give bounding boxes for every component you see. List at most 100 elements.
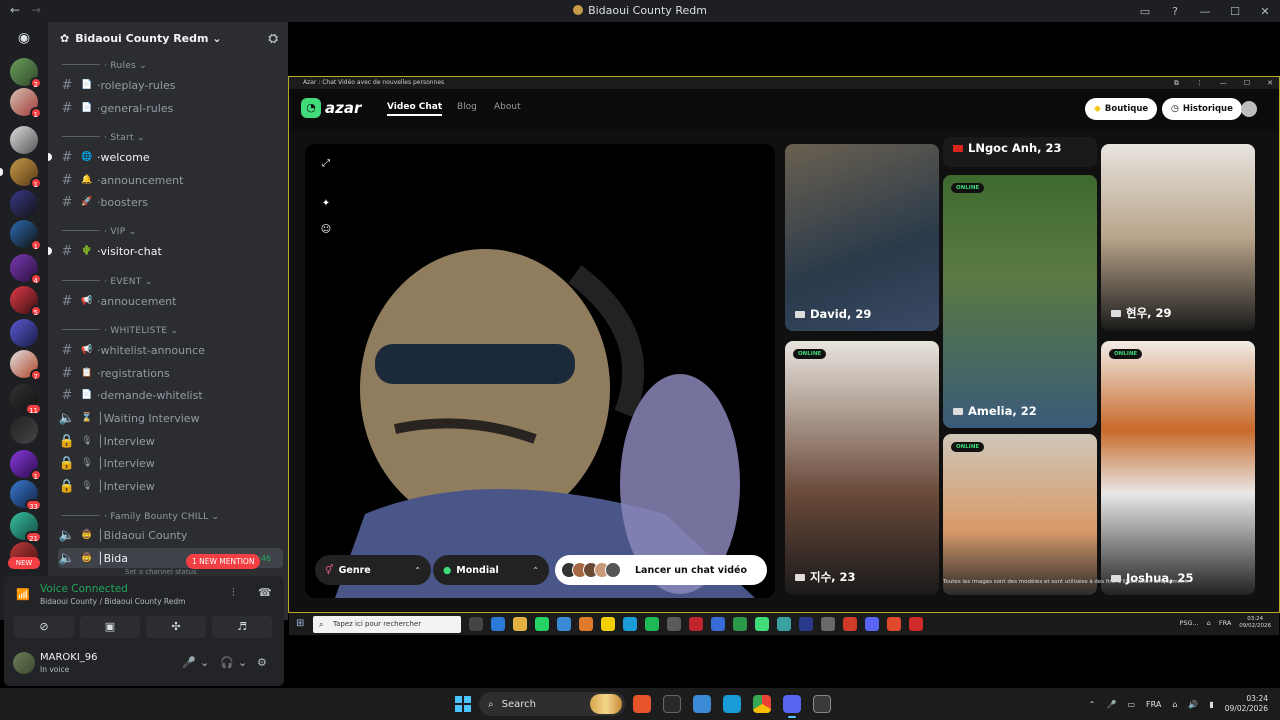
server-icon[interactable]: 1 — [10, 220, 42, 251]
shared-search-box[interactable]: ⌕ Tapez ici pour rechercher — [313, 616, 461, 633]
server-icon[interactable] — [10, 126, 38, 154]
server-icon[interactable]: 7 — [10, 350, 42, 381]
windows-start-icon[interactable] — [455, 696, 471, 712]
server-header[interactable]: ✿ Bidaoui County Redm ⌄ ⛭ — [48, 22, 288, 54]
profile-avatar[interactable] — [1241, 101, 1257, 117]
hs-app-icon[interactable] — [663, 695, 681, 713]
new-mention-pill[interactable]: 1 NEW MENTION — [186, 554, 261, 569]
start-video-chat-button[interactable]: Lancer un chat vidéo — [555, 555, 767, 585]
server-icon[interactable]: 33 — [10, 480, 42, 511]
screen-share-stream[interactable]: Azar : Chat Vidéo avec de nouvelles pers… — [288, 76, 1280, 635]
server-icon[interactable]: 1 — [10, 88, 42, 119]
nav-about[interactable]: About — [494, 102, 521, 112]
inbox-icon[interactable]: ▭ — [1130, 5, 1160, 18]
signal-icon[interactable]: 📶 — [16, 588, 30, 601]
profile-card-blonde[interactable]: ONLINE — [943, 434, 1097, 595]
boutique-button[interactable]: ◆ Boutique — [1085, 98, 1158, 120]
voice-channel-bidaoui-county[interactable]: 🔈 🤠 │ Bidaoui County — [58, 525, 283, 545]
voice-channel-interview[interactable]: 🔒 🎙 │ Interview — [58, 431, 283, 451]
voice-connected-title[interactable]: Voice Connected — [40, 583, 128, 595]
server-icon[interactable] — [10, 416, 38, 444]
region-filter[interactable]: ● Mondial ⌃ — [433, 555, 549, 585]
channel-demande-whitelist[interactable]: # 📄 · demande-whitelist — [58, 385, 283, 405]
profile-card-hyeonu[interactable]: 현우, 29 — [1101, 144, 1255, 331]
screen-share-button[interactable]: ▣ — [80, 616, 140, 638]
voice-channel-waiting-interview[interactable]: 🔈 ⌛ │ Waiting Interview — [58, 408, 283, 428]
microphone-icon[interactable]: 🎤 — [1106, 700, 1116, 709]
photos-icon[interactable] — [693, 695, 711, 713]
windows-start-icon[interactable]: ⊞ — [296, 618, 304, 629]
category-vip[interactable]: · VIP ⌄ — [62, 227, 136, 237]
invite-people-icon[interactable]: ⛭ — [268, 31, 278, 46]
noise-suppression-icon[interactable]: ⫶ — [232, 586, 235, 600]
historique-button[interactable]: ◷ Historique — [1162, 98, 1242, 120]
nav-blog[interactable]: Blog — [457, 102, 477, 112]
discord-icon[interactable] — [783, 695, 801, 718]
genre-filter[interactable]: ⚥ Genre ⌃ — [315, 555, 431, 585]
volume-icon[interactable]: 🔊 — [1188, 700, 1198, 709]
avatar[interactable] — [13, 652, 35, 674]
taskbar-clock[interactable]: 03:24 09/02/2026 — [1225, 694, 1268, 714]
microphone-icon[interactable]: 🎤 — [182, 656, 196, 669]
settings-gear-icon[interactable]: ⚙ — [257, 656, 267, 669]
close-button[interactable]: ✕ — [1250, 5, 1280, 18]
channel-announcement[interactable]: # 🔔 · announcement — [58, 170, 283, 190]
expand-icon[interactable]: ⤢ — [319, 158, 333, 172]
set-channel-status[interactable]: Set a channel status — [125, 568, 197, 576]
chrome-icon[interactable] — [753, 695, 771, 713]
edge-icon[interactable] — [723, 695, 741, 713]
sticker-icon[interactable]: ☺ — [319, 224, 333, 238]
channel-visitor-chat[interactable]: # 🌵 · visitor-chat — [48, 241, 283, 261]
channel-boosters[interactable]: # 🚀 · boosters — [58, 192, 283, 212]
discord-home-icon[interactable]: ◉ — [12, 30, 36, 48]
maximize-button[interactable]: ☐ — [1220, 5, 1250, 18]
network-icon[interactable]: ⌂ — [1172, 700, 1177, 709]
taskbar-search[interactable]: ⌕ Search — [479, 692, 625, 716]
battery-icon[interactable]: ▮ — [1209, 700, 1213, 709]
profile-card-joshua[interactable]: ONLINE Joshua, 25 — [1101, 341, 1255, 595]
server-icon[interactable]: 2 — [10, 58, 42, 89]
chevron-down-icon[interactable]: ⌄ — [238, 656, 247, 669]
server-icon[interactable]: 11 — [10, 384, 42, 415]
category-family-bounty-chill[interactable]: · Family Bounty CHILL ⌄ — [62, 512, 219, 522]
category-whiteliste[interactable]: · WHITELISTE ⌄ — [62, 326, 178, 336]
server-icon[interactable]: 1 — [10, 450, 42, 481]
channel-welcome[interactable]: # 🌐 · welcome — [48, 147, 283, 167]
username[interactable]: MAROKI_96 — [40, 652, 98, 663]
app-icon[interactable] — [633, 695, 651, 713]
server-icon[interactable]: 21 — [10, 512, 42, 543]
channel-annoucement[interactable]: # 📢 · annoucement — [58, 291, 283, 311]
headphones-icon[interactable]: 🎧 — [220, 656, 234, 669]
nav-video-chat[interactable]: Video Chat — [387, 102, 443, 116]
profile-card-david[interactable]: David, 29 — [785, 144, 939, 331]
profile-card-jisu[interactable]: ONLINE 지수, 23 — [785, 341, 939, 595]
server-icon[interactable] — [10, 319, 38, 347]
server-icon[interactable]: 1 — [0, 158, 42, 189]
activities-button[interactable]: ✣ — [146, 616, 206, 638]
chevron-up-icon[interactable]: ⌃ — [1089, 700, 1096, 709]
display-icon[interactable]: ▭ — [1127, 700, 1135, 709]
azar-logo[interactable]: ◔ azar — [301, 98, 361, 118]
channel-general-rules[interactable]: # 📄 · general-rules — [58, 98, 283, 118]
voice-channel-interview[interactable]: 🔒 🎙 │ Interview — [58, 476, 283, 496]
category-event[interactable]: · EVENT ⌄ — [62, 277, 153, 287]
category-start[interactable]: · Start ⌄ — [62, 133, 145, 143]
server-icon[interactable] — [10, 190, 38, 218]
voice-channel-interview[interactable]: 🔒 🎙 │ Interview — [58, 453, 283, 473]
profile-card-amelia[interactable]: ONLINE Amelia, 22 — [943, 175, 1097, 428]
minimize-button[interactable]: — — [1190, 5, 1220, 18]
server-icon[interactable]: 4 — [10, 254, 42, 285]
channel-registrations[interactable]: # 📋 · registrations — [58, 363, 283, 383]
server-icon[interactable]: 5 — [10, 286, 42, 317]
channel-roleplay-rules[interactable]: # 📄 · roleplay-rules — [58, 75, 283, 95]
help-icon[interactable]: ? — [1160, 5, 1190, 18]
disconnect-icon[interactable]: ☎ — [258, 586, 272, 599]
new-unreads-pill[interactable]: NEW — [8, 557, 40, 569]
profile-card-lngoc-anh[interactable]: LNgoc Anh, 23 — [943, 137, 1097, 167]
soundboard-button[interactable]: ♬ — [212, 616, 272, 638]
magic-wand-icon[interactable]: ✦ — [319, 198, 333, 212]
channel-whitelist-announce[interactable]: # 📢 · whitelist-announce — [58, 340, 283, 360]
app-icon[interactable] — [813, 695, 831, 713]
chevron-down-icon[interactable]: ⌄ — [200, 656, 209, 669]
camera-off-button[interactable]: ⊘ — [14, 616, 74, 638]
